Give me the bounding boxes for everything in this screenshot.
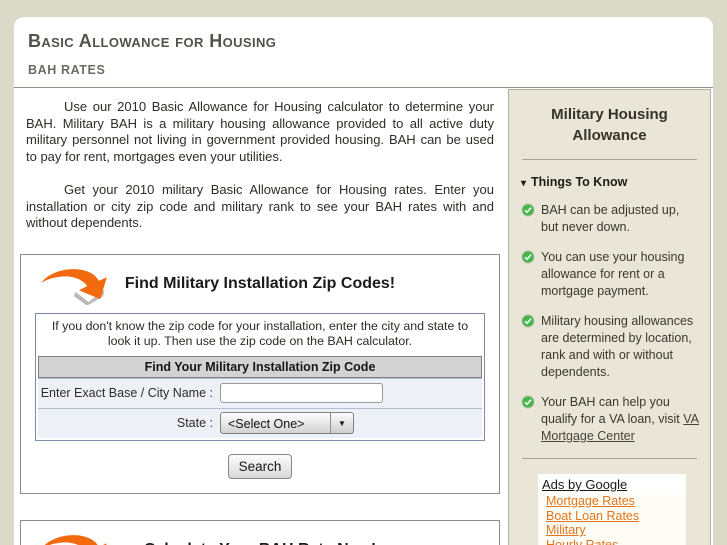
zip-lookup-table-header: Find Your Military Installation Zip Code	[38, 355, 482, 378]
orange-swoosh-arrow-icon	[39, 267, 109, 306]
content-columns: Use our 2010 Basic Allowance for Housing…	[14, 88, 713, 545]
tip-text: Military housing allowances are determin…	[541, 314, 694, 379]
check-badge-icon	[521, 314, 535, 328]
base-name-input[interactable]	[220, 383, 383, 403]
list-item: Military housing allowances are determin…	[521, 313, 700, 381]
state-label: State :	[176, 416, 213, 430]
main-column: Use our 2010 Basic Allowance for Housing…	[14, 88, 504, 545]
bah-calculator-head: Calculate Your BAH Rate Now!	[21, 533, 499, 545]
ad-link[interactable]: Military	[546, 523, 686, 538]
tip-text: You can use your housing allowance for r…	[541, 250, 685, 298]
base-name-label: Enter Exact Base / City Name :	[40, 386, 213, 400]
chevron-down-icon[interactable]: ▼	[330, 413, 353, 433]
things-to-know-label: Things To Know	[531, 175, 628, 189]
zip-lookup-head: Find Military Installation Zip Codes!	[21, 267, 499, 307]
orange-swoosh-arrow-icon	[39, 533, 109, 545]
ad-link[interactable]: Mortgage Rates	[546, 494, 686, 509]
ad-link[interactable]: Boat Loan Rates	[546, 509, 686, 524]
zip-lookup-box: Find Military Installation Zip Codes! If…	[20, 253, 500, 494]
things-to-know-toggle[interactable]: ▾ Things To Know	[521, 175, 710, 189]
list-item: You can use your housing allowance for r…	[521, 249, 700, 300]
base-name-row: Enter Exact Base / City Name :	[38, 377, 482, 408]
sidebar-title: Military Housing Allowance	[551, 106, 668, 144]
list-item: Your BAH can help you qualify for a VA l…	[521, 394, 700, 445]
intro-paragraph-2: Get your 2010 military Basic Allowance f…	[26, 182, 494, 230]
ad-link[interactable]: Hourly Rates	[546, 538, 686, 545]
page-header: Basic Allowance for Housing BAH RATES	[14, 17, 713, 87]
list-item: BAH can be adjusted up, but never down.	[521, 202, 700, 236]
tip-text: BAH can be adjusted up, but never down.	[541, 203, 680, 234]
ads-by-google-link[interactable]: Ads by Google	[538, 474, 686, 494]
search-button[interactable]: Search	[227, 453, 293, 479]
zip-lookup-instructions: If you don't know the zip code for your …	[51, 318, 469, 348]
state-row: State : <Select One> ▼	[38, 407, 482, 438]
zip-lookup-rows: Enter Exact Base / City Name : State : <…	[38, 377, 482, 438]
ads-by-google-unit: Ads by Google Mortgage Rates Boat Loan R…	[538, 474, 686, 545]
page-subtitle: BAH RATES	[28, 63, 106, 77]
sidebar-divider	[522, 159, 697, 160]
sidebar: Military Housing Allowance ▾ Things To Kn…	[508, 89, 711, 545]
content-container: Basic Allowance for Housing BAH RATES Us…	[14, 17, 713, 545]
triangle-down-icon[interactable]: ▾	[521, 178, 526, 189]
state-select[interactable]: <Select One> ▼	[220, 412, 354, 434]
check-badge-icon	[521, 250, 535, 264]
check-badge-icon	[521, 395, 535, 409]
page-title: Basic Allowance for Housing	[28, 31, 277, 51]
sidebar-divider	[522, 458, 697, 459]
tip-text: Your BAH can help you qualify for a VA l…	[541, 395, 684, 426]
bah-calculator-box: Calculate Your BAH Rate Now! Basic Allow…	[20, 519, 500, 545]
check-badge-icon	[521, 203, 535, 217]
intro-paragraph-1: Use our 2010 Basic Allowance for Housing…	[26, 99, 494, 164]
zip-lookup-form: If you don't know the zip code for your …	[35, 312, 485, 441]
state-select-value: <Select One>	[228, 417, 305, 431]
